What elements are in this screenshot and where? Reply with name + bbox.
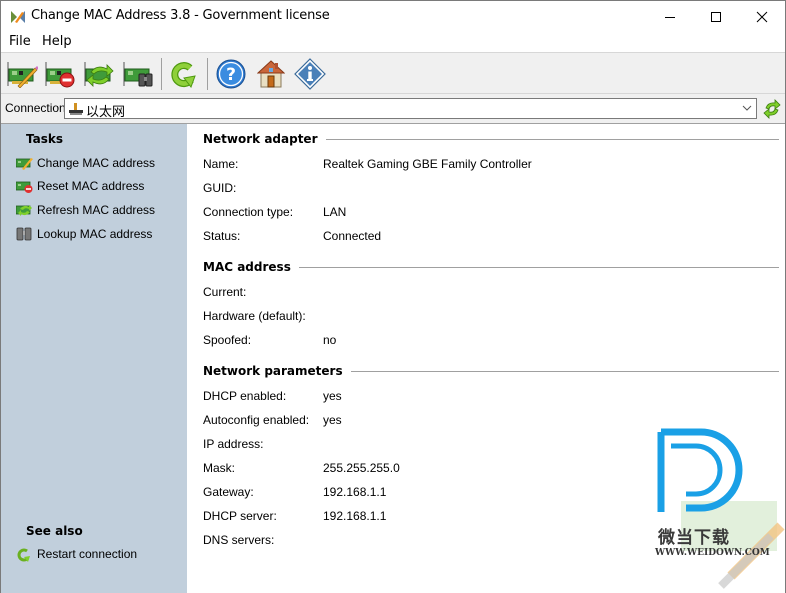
toolbar-home-button[interactable] [254,58,288,90]
help-icon: ? [216,59,246,89]
gateway-value: 192.168.1.1 [323,485,387,499]
connection-type-value: LAN [323,205,347,219]
task-label: Reset MAC address [37,179,145,193]
minimize-button[interactable] [647,1,693,32]
dhcp-server-value: 192.168.1.1 [323,509,387,523]
maximize-icon [711,11,721,22]
toolbar-about-button[interactable] [293,58,327,90]
section-network-parameters: Network parameters [203,364,779,378]
connection-label: Connection: [5,101,70,115]
current-mac-label: Current: [203,285,247,299]
section-network-adapter: Network adapter [203,132,779,146]
task-label: Refresh MAC address [37,203,156,217]
network-connection-icon [69,103,83,115]
adapter-name-label: Name: [203,157,239,171]
menu-bar: File Help [1,32,785,52]
toolbar-refresh-mac-button[interactable] [82,58,116,90]
adapter-name-value: Realtek Gaming GBE Family Controller [323,157,532,171]
connection-selected-value: 以太网 [86,105,126,120]
details-panel: Network adapter Name: Realtek Gaming GBE… [187,123,785,593]
see-also-restart-connection[interactable]: Restart connection [16,545,137,563]
toolbar-separator [207,58,208,90]
close-button[interactable] [739,1,785,32]
task-lookup-mac-address[interactable]: Lookup MAC address [16,225,152,243]
toolbar-separator [161,58,162,90]
task-label: Change MAC address [37,156,156,170]
ip-address-label: IP address: [203,437,264,451]
section-mac-address: MAC address [203,260,779,274]
status-value: Connected [323,229,382,243]
task-change-mac-address[interactable]: Change MAC address [16,154,155,172]
section-divider [350,370,779,372]
restart-icon [171,62,196,88]
hardware-mac-label: Hardware (default): [203,309,306,323]
app-window: Change MAC Address 3.8 - Government lice… [0,0,786,593]
toolbar-reset-mac-button[interactable] [43,58,77,90]
binoculars-icon [16,227,32,241]
menu-help[interactable]: Help [42,34,72,49]
minimize-icon [665,16,675,18]
network-card-remove-icon [16,181,33,193]
info-icon [294,58,326,90]
toolbar-restart-button[interactable] [166,58,200,90]
spoofed-value: no [323,333,337,347]
section-title: Network parameters [203,364,343,378]
network-card-remove-icon [45,62,75,88]
refresh-icon [763,99,781,119]
network-card-binoculars-icon [123,62,153,87]
home-icon [257,60,285,88]
menu-file[interactable]: File [9,34,31,49]
section-title: MAC address [203,260,291,274]
adapter-guid-label: GUID: [203,181,237,195]
status-label: Status: [203,229,241,243]
network-card-pencil-icon [16,158,33,170]
toolbar-lookup-mac-button[interactable] [121,58,155,90]
autoconfig-enabled-value: yes [323,413,342,427]
see-also-heading: See also [26,524,83,538]
section-divider [325,138,779,140]
dhcp-enabled-label: DHCP enabled: [203,389,287,403]
section-title: Network adapter [203,132,318,146]
tasks-sidebar: Tasks Change MAC address Reset MAC addre… [1,123,187,593]
see-also-label: Restart connection [37,547,138,561]
autoconfig-enabled-label: Autoconfig enabled: [203,413,310,427]
task-refresh-mac-address[interactable]: Refresh MAC address [16,201,155,219]
dns-servers-label: DNS servers: [203,533,275,547]
app-icon [11,11,25,23]
dhcp-enabled-value: yes [323,389,342,403]
task-label: Lookup MAC address [37,227,153,241]
spoofed-label: Spoofed: [203,333,252,347]
svg-text:?: ? [226,65,236,85]
tasks-heading: Tasks [26,132,64,146]
network-card-refresh-icon [84,62,114,87]
close-icon [756,11,768,22]
section-divider [298,266,779,268]
title-bar: Change MAC Address 3.8 - Government lice… [1,1,785,32]
chevron-down-icon [742,105,752,111]
dhcp-server-label: DHCP server: [203,509,277,523]
network-card-refresh-icon [16,205,32,216]
restart-icon [17,548,30,562]
connection-dropdown[interactable]: 以太网 [64,98,757,120]
maximize-button[interactable] [693,1,739,32]
gateway-label: Gateway: [203,485,254,499]
toolbar-change-mac-button[interactable] [5,58,39,90]
refresh-connections-button[interactable] [762,99,782,119]
connection-type-label: Connection type: [203,205,294,219]
mask-value: 255.255.255.0 [323,461,400,475]
network-card-pencil-icon [7,62,38,88]
toolbar: ? [1,52,785,94]
window-title: Change MAC Address 3.8 - Government lice… [31,8,330,23]
toolbar-help-button[interactable]: ? [214,58,248,90]
task-reset-mac-address[interactable]: Reset MAC address [16,177,144,195]
mask-label: Mask: [203,461,236,475]
connection-bar: Connection: 以太网 [1,94,785,123]
